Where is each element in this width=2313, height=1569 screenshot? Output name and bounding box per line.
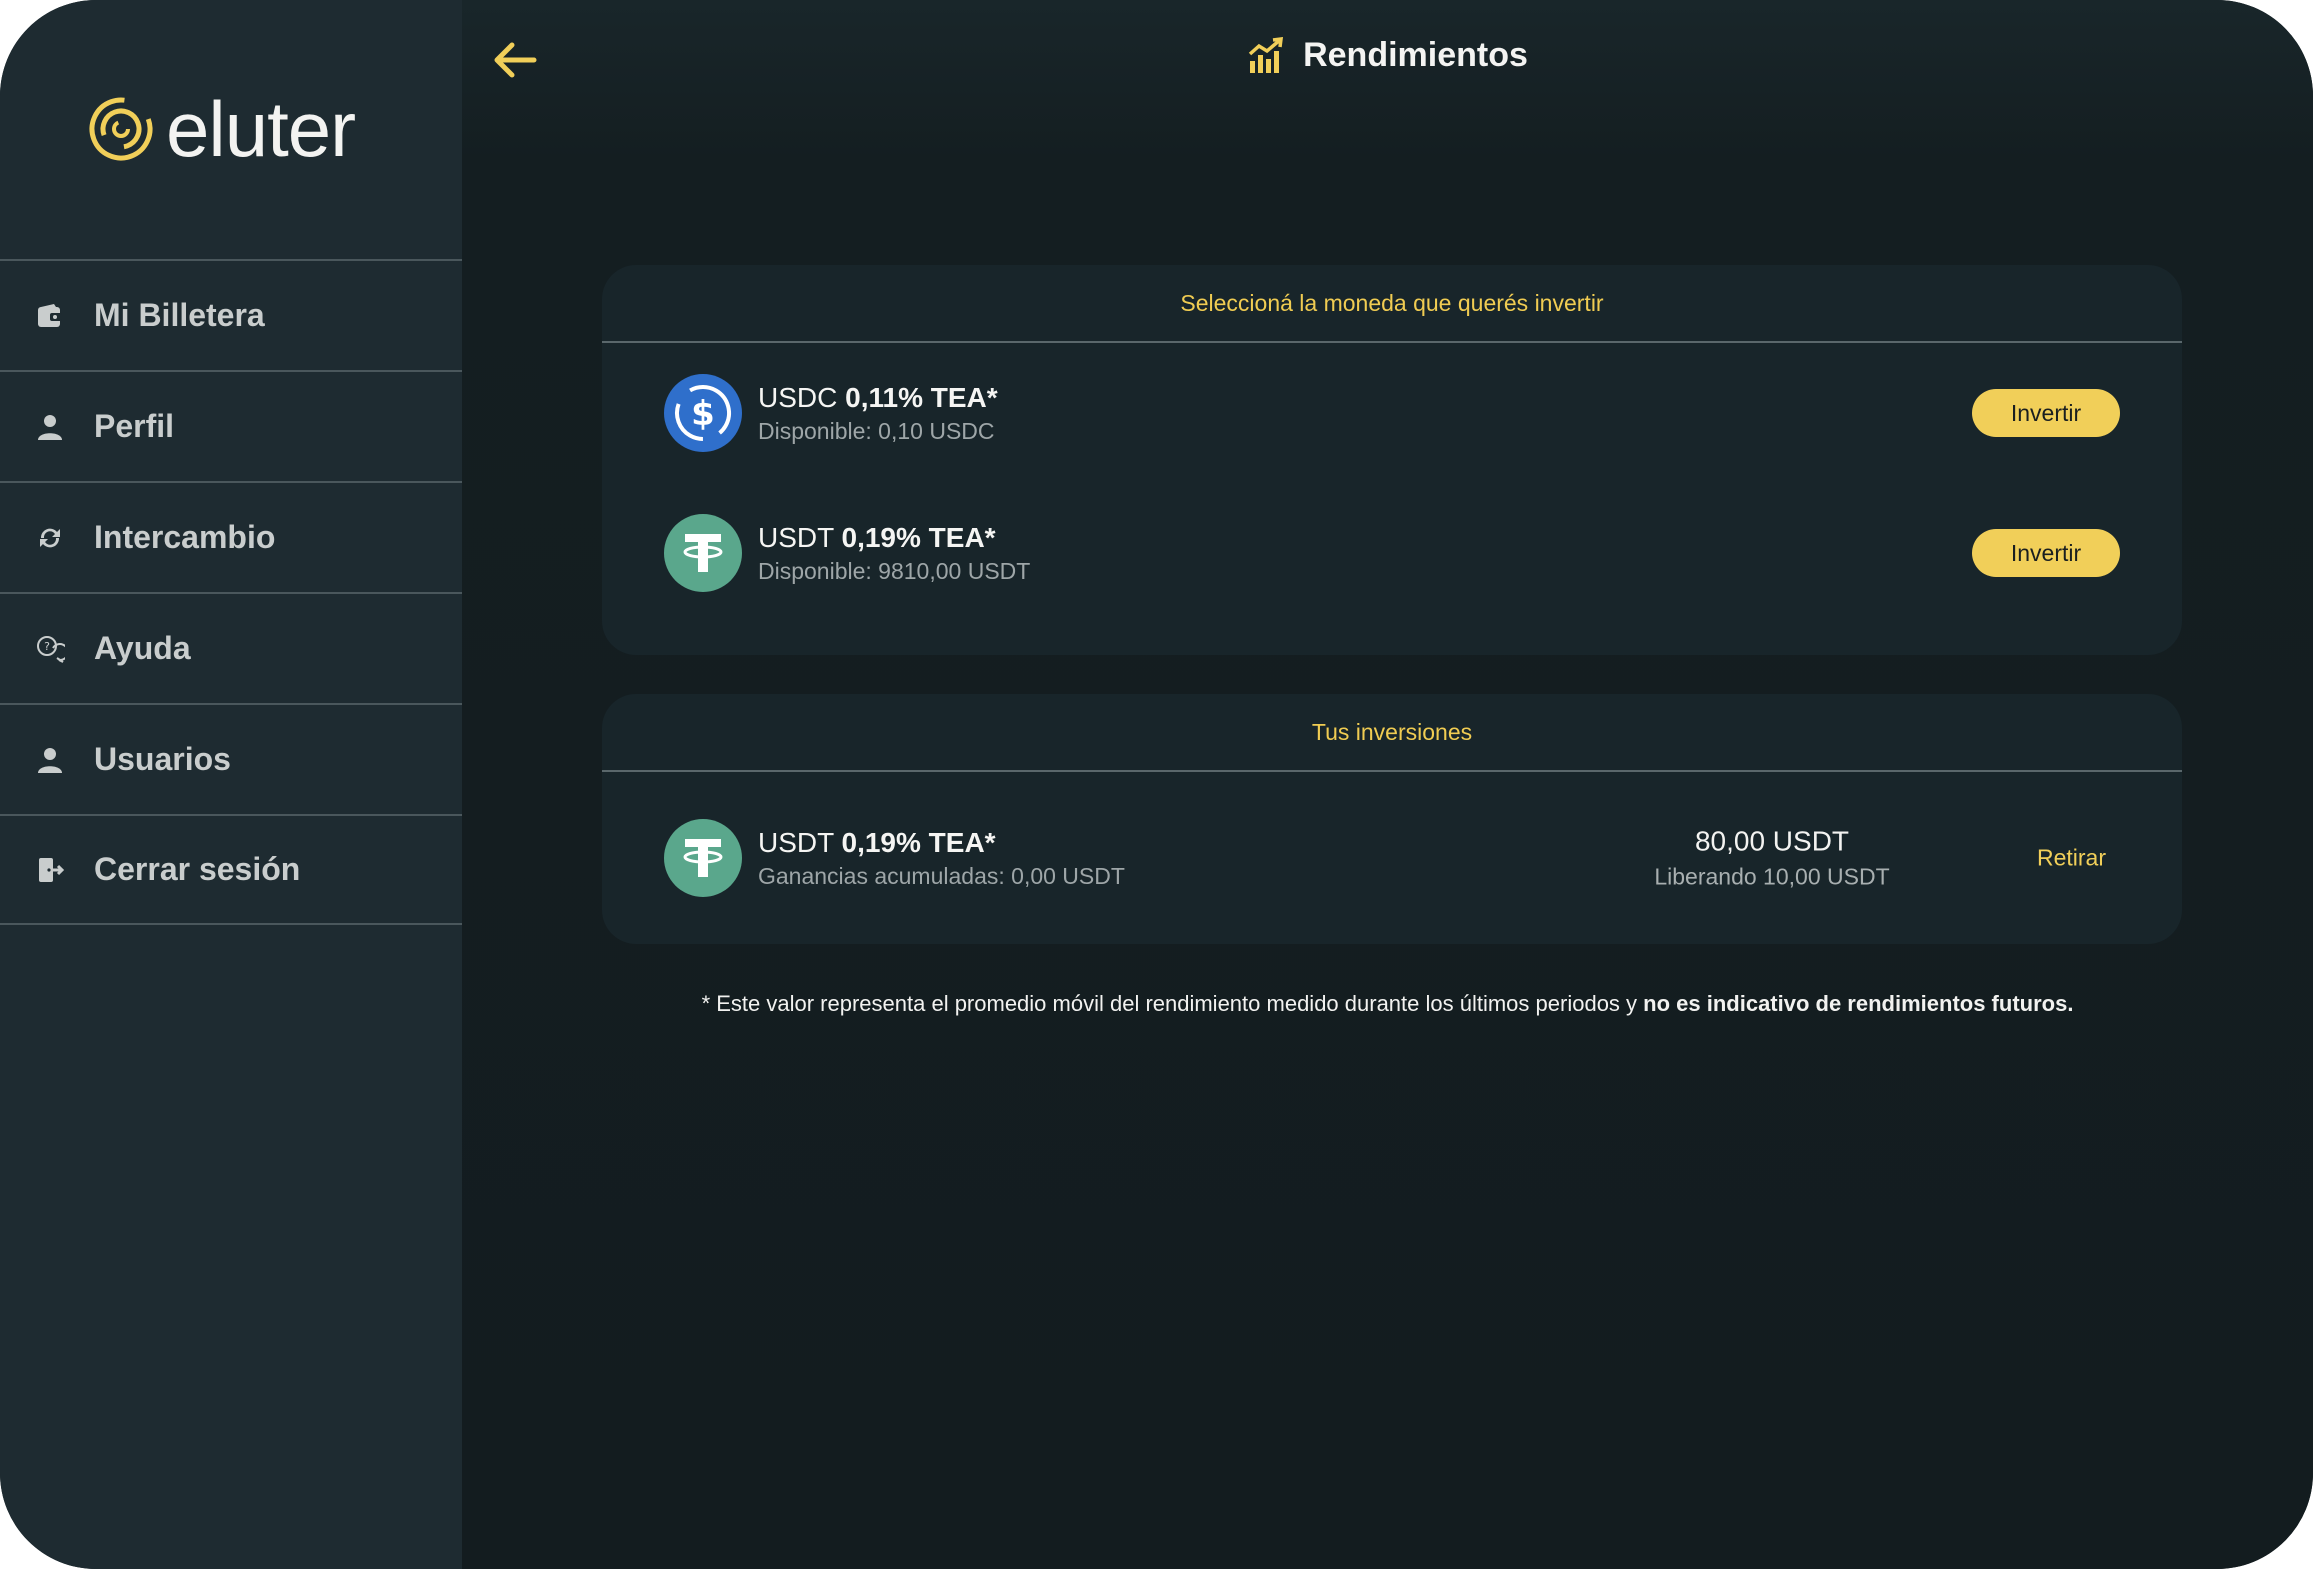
svg-text:?: ? <box>44 640 50 653</box>
footnote-bold: no es indicativo de rendimientos futuros… <box>1643 991 2074 1016</box>
sidebar-item-label: Mi Billetera <box>94 297 265 333</box>
currency-rate: 0,19% TEA* <box>841 826 996 858</box>
user-icon <box>34 744 66 776</box>
card-heading: Seleccioná la moneda que querés invertir <box>602 265 2182 343</box>
eluter-logo-icon <box>89 97 153 161</box>
investment-row: USDT 0,19% TEA* Ganancias acumuladas: 0,… <box>602 772 2182 944</box>
currency-name: USDC <box>758 381 838 413</box>
currency-name: USDT <box>758 521 834 553</box>
invest-button-usdt[interactable]: Invertir <box>1972 529 2120 577</box>
withdraw-link[interactable]: Retirar <box>2037 845 2106 872</box>
sidebar-item-ayuda[interactable]: ? Ayuda <box>0 592 462 703</box>
available-balance: Disponible: 0,10 USDC <box>758 418 995 445</box>
investment-info: USDT 0,19% TEA* Ganancias acumuladas: 0,… <box>758 826 1125 891</box>
sidebar-item-label: Perfil <box>94 408 175 444</box>
sidebar-nav: Mi Billetera Perfil Intercambio ? Ayuda <box>0 259 462 925</box>
page-header: Rendimientos <box>462 36 2313 75</box>
sidebar-item-perfil[interactable]: Perfil <box>0 370 462 481</box>
usdt-coin-icon <box>664 514 742 592</box>
sidebar-item-label: Usuarios <box>94 741 231 777</box>
sidebar-item-intercambio[interactable]: Intercambio <box>0 481 462 592</box>
app-window: eluter Mi Billetera Perfil Intercambio ?… <box>0 0 2313 1569</box>
brand-name: eluter <box>166 85 356 173</box>
usdc-coin-icon: $ <box>664 374 742 452</box>
investments-card: Tus inversiones USDT 0,19% TEA* Ganancia… <box>602 694 2182 944</box>
currency-row-usdc: $ USDC 0,11% TEA* Disponible: 0,10 USDC … <box>602 343 2182 483</box>
select-currency-card: Seleccioná la moneda que querés invertir… <box>602 265 2182 655</box>
sidebar-item-label: Ayuda <box>94 630 191 666</box>
accumulated-earnings: Ganancias acumuladas: 0,00 USDT <box>758 863 1125 890</box>
currency-info: USDT 0,19% TEA* Disponible: 9810,00 USDT <box>758 521 1030 586</box>
currency-rate-line: USDT 0,19% TEA* <box>758 826 1125 860</box>
invested-amount: 80,00 USDT <box>1694 825 1850 857</box>
currency-rate: 0,19% TEA* <box>841 521 996 553</box>
invest-button-usdc[interactable]: Invertir <box>1972 389 2120 437</box>
sidebar: eluter Mi Billetera Perfil Intercambio ?… <box>0 0 462 1569</box>
chart-growth-icon <box>1248 36 1284 73</box>
currency-rate: 0,11% TEA* <box>845 381 998 413</box>
available-balance: Disponible: 9810,00 USDT <box>758 558 1031 585</box>
disclaimer-footnote: * Este valor representa el promedio móvi… <box>462 991 2313 1017</box>
card-heading-text: Seleccioná la moneda que querés invertir <box>1180 289 1604 316</box>
currency-rate-line: USDT 0,19% TEA* <box>758 521 1030 555</box>
sidebar-item-label: Cerrar sesión <box>94 851 301 887</box>
sidebar-item-label: Intercambio <box>94 519 276 555</box>
currency-rate-line: USDC 0,11% TEA* <box>758 381 998 415</box>
currency-name: USDT <box>758 826 834 858</box>
currency-info: USDC 0,11% TEA* Disponible: 0,10 USDC <box>758 381 998 446</box>
user-icon <box>34 411 66 443</box>
svg-text:$: $ <box>691 394 715 434</box>
releasing-amount: Liberando 10,00 USDT <box>1654 863 1890 890</box>
card-heading: Tus inversiones <box>602 694 2182 772</box>
usdt-coin-icon <box>664 819 742 897</box>
investment-amount: 80,00 USDT Liberando 10,00 USDT <box>1622 826 1922 891</box>
wallet-icon <box>34 300 66 332</box>
currency-row-usdt: USDT 0,19% TEA* Disponible: 9810,00 USDT… <box>602 483 2182 623</box>
main-content: Rendimientos Seleccioná la moneda que qu… <box>462 0 2313 1569</box>
sidebar-item-cerrar-sesion[interactable]: Cerrar sesión <box>0 814 462 925</box>
sidebar-item-usuarios[interactable]: Usuarios <box>0 703 462 814</box>
logout-icon <box>34 854 66 886</box>
page-title: Rendimientos <box>1303 36 1528 74</box>
brand-logo[interactable]: eluter <box>88 85 356 173</box>
help-chat-icon: ? <box>34 633 66 665</box>
exchange-icon <box>34 522 66 554</box>
footnote-text: * Este valor representa el promedio móvi… <box>701 991 1644 1016</box>
card-heading-text: Tus inversiones <box>1311 718 1473 745</box>
sidebar-item-mi-billetera[interactable]: Mi Billetera <box>0 259 462 370</box>
